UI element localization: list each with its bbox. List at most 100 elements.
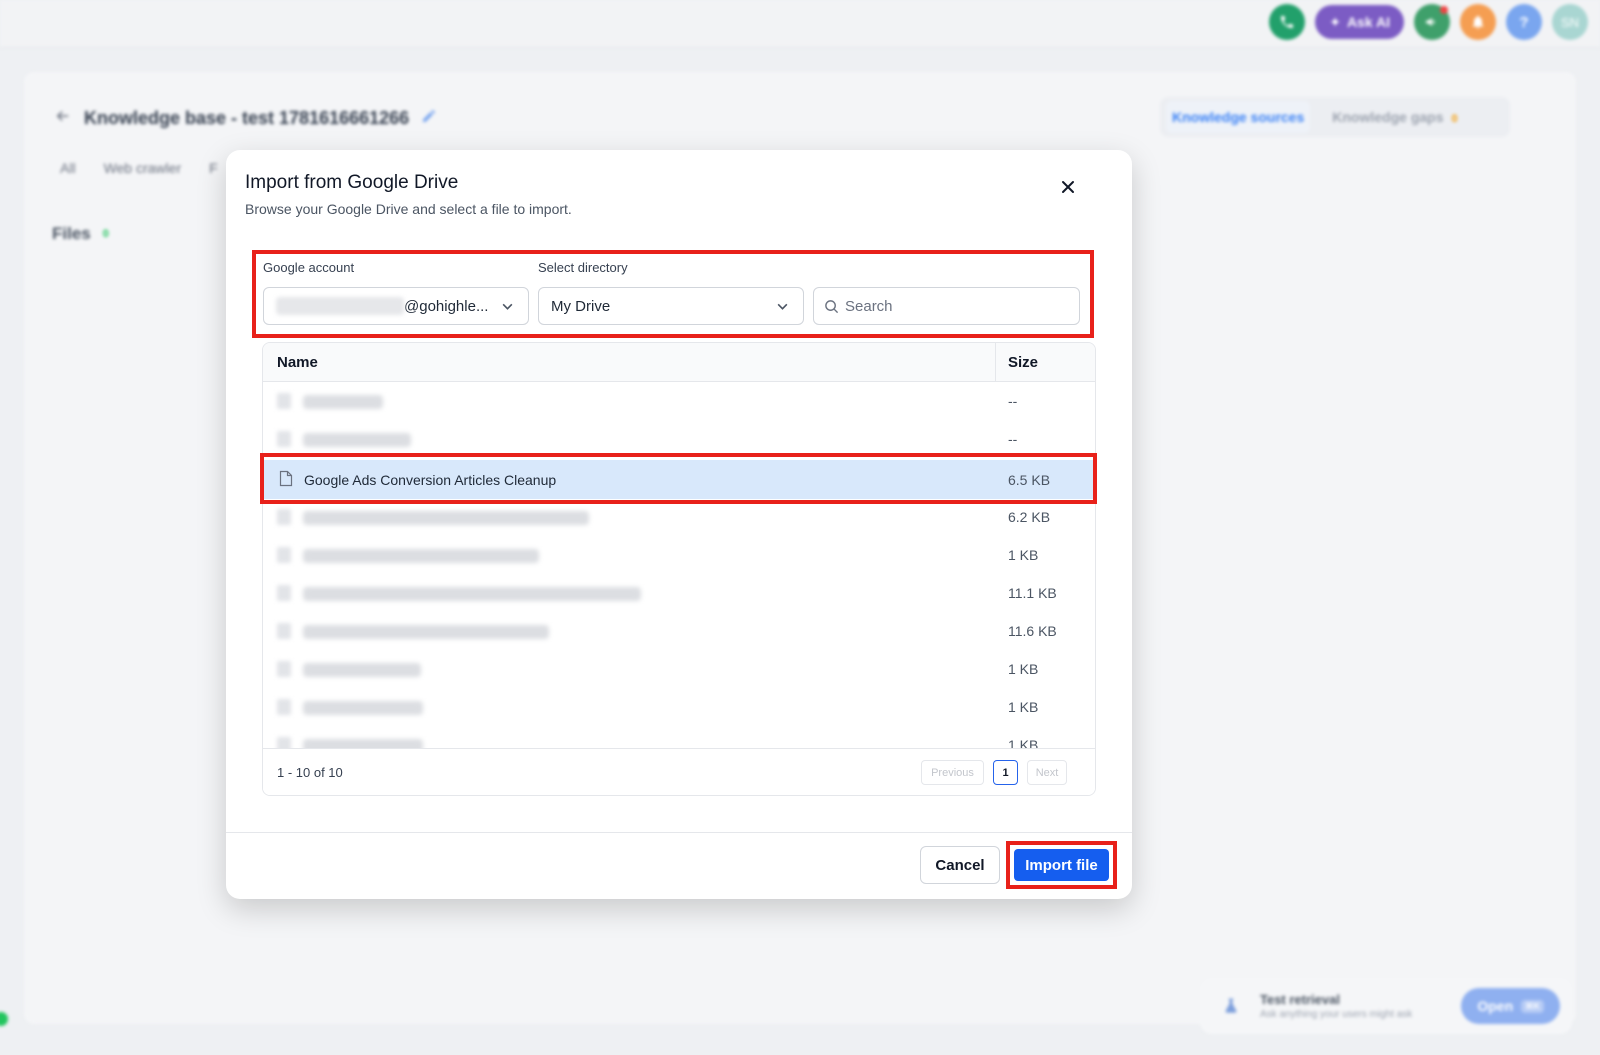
modal-title: Import from Google Drive (245, 172, 459, 193)
back-arrow-icon[interactable] (54, 107, 72, 130)
table-row[interactable]: 1 KB (263, 688, 1095, 727)
tab-knowledge-sources[interactable]: Knowledge sources (1166, 101, 1311, 133)
table-row[interactable]: 1 KB (263, 536, 1095, 575)
folder-icon (277, 431, 291, 447)
close-icon[interactable] (1056, 175, 1080, 199)
search-input[interactable]: Search (813, 287, 1080, 325)
edit-pencil-icon[interactable] (421, 108, 437, 129)
chevron-down-icon (501, 300, 514, 317)
notification-dot (1440, 6, 1448, 14)
redacted-filename (303, 625, 549, 639)
redacted-filename (303, 549, 539, 563)
column-divider (995, 343, 996, 382)
page-1-button[interactable]: 1 (993, 760, 1018, 785)
import-button-highlight: Import file (1006, 841, 1117, 889)
tab-web-crawler[interactable]: Web crawler (104, 160, 182, 176)
ask-ai-button[interactable]: ✦ Ask AI (1315, 5, 1404, 39)
table-row[interactable]: -- (263, 382, 1095, 421)
help-icon[interactable]: ? (1506, 4, 1542, 40)
search-icon (824, 299, 839, 314)
status-dot (0, 1012, 8, 1026)
next-page-button[interactable]: Next (1027, 760, 1067, 785)
shortcut-hint: ⌘K (1521, 999, 1544, 1013)
directory-label: Select directory (538, 260, 628, 275)
file-name: Google Ads Conversion Articles Cleanup (304, 472, 557, 488)
directory-select[interactable]: My Drive (538, 287, 804, 325)
previous-page-button[interactable]: Previous (921, 760, 984, 785)
megaphone-icon[interactable] (1414, 4, 1450, 40)
pagination: 1 - 10 of 10 Previous 1 Next (263, 748, 1095, 795)
table-row[interactable]: 11.1 KB (263, 574, 1095, 613)
file-size: 6.2 KB (1008, 509, 1051, 525)
import-file-button[interactable]: Import file (1014, 849, 1109, 881)
table-row[interactable]: 1 KB (263, 726, 1095, 749)
file-size: 1 KB (1008, 661, 1039, 677)
open-test-retrieval-button[interactable]: Open ⌘K (1461, 988, 1560, 1024)
document-icon (277, 509, 291, 525)
redacted-filename (303, 511, 589, 525)
flask-icon (1218, 993, 1244, 1019)
ask-ai-label: Ask AI (1346, 14, 1390, 30)
footer-divider (226, 832, 1132, 833)
table-row[interactable]: 11.6 KB (263, 612, 1095, 651)
knowledge-gaps-label: Knowledge gaps (1332, 109, 1444, 125)
sparkle-icon: ✦ (1329, 13, 1341, 30)
document-icon (277, 699, 291, 715)
document-icon (277, 661, 291, 677)
redacted-filename (303, 663, 421, 677)
open-label: Open (1477, 998, 1514, 1014)
cancel-button[interactable]: Cancel (920, 846, 1000, 884)
table-row[interactable]: 1 KB (263, 650, 1095, 689)
files-count-badge: 0 (102, 228, 109, 240)
test-retrieval-widget: Test retrieval Ask anything your users m… (1200, 978, 1572, 1034)
file-size: 6.5 KB (1008, 472, 1051, 488)
bell-icon[interactable] (1460, 4, 1496, 40)
table-row-selected[interactable]: Google Ads Conversion Articles Cleanup 6… (263, 460, 1095, 499)
files-label: Files (52, 224, 91, 243)
top-bar: ✦ Ask AI ? SN (0, 0, 1600, 48)
avatar[interactable]: SN (1552, 4, 1588, 40)
top-bar-actions: ✦ Ask AI ? SN (1269, 4, 1588, 40)
files-section-title: Files 0 (52, 224, 109, 244)
table-header: Name Size (263, 343, 1095, 382)
page-title: Knowledge base - test 1781616661266 (84, 108, 410, 128)
redacted-email (276, 297, 404, 315)
document-icon (277, 585, 291, 601)
kb-right-tabs: Knowledge sources Knowledge gaps 0 (1160, 97, 1510, 137)
column-header-size[interactable]: Size (1008, 354, 1038, 371)
test-retrieval-subtitle: Ask anything your users might ask (1260, 1009, 1413, 1020)
table-row[interactable]: 6.2 KB (263, 498, 1095, 537)
google-account-select[interactable]: @gohighle... (263, 287, 529, 325)
kb-header: Knowledge base - test 1781616661266 (54, 107, 437, 130)
file-size: -- (1008, 393, 1018, 409)
tab-knowledge-gaps[interactable]: Knowledge gaps 0 (1332, 109, 1457, 125)
tab-files[interactable]: F (209, 160, 218, 176)
pagination-range: 1 - 10 of 10 (277, 765, 343, 780)
redacted-filename (303, 701, 423, 715)
file-size: 1 KB (1008, 547, 1039, 563)
redacted-filename (303, 433, 411, 447)
directory-value: My Drive (551, 297, 611, 315)
modal-subtitle: Browse your Google Drive and select a fi… (245, 201, 572, 217)
redacted-filename (303, 587, 641, 601)
search-placeholder: Search (845, 297, 893, 315)
tab-all[interactable]: All (60, 160, 76, 176)
file-size: 11.1 KB (1008, 585, 1057, 601)
document-icon (279, 470, 293, 492)
table-body: -- -- Google Ads Conversion Articles Cle… (263, 382, 1095, 749)
table-row[interactable]: -- (263, 420, 1095, 459)
account-value: @gohighle... (404, 297, 489, 315)
files-table: Name Size -- -- Google Ads Conversion Ar… (262, 342, 1096, 796)
phone-icon[interactable] (1269, 4, 1306, 40)
folder-icon (277, 393, 291, 409)
file-size: -- (1008, 431, 1018, 447)
gaps-count-badge: 0 (1451, 113, 1458, 125)
file-size: 11.6 KB (1008, 623, 1057, 639)
document-icon (277, 623, 291, 639)
redacted-filename (303, 395, 383, 409)
test-retrieval-title: Test retrieval (1260, 992, 1340, 1007)
kb-tabs: All Web crawler F (60, 160, 218, 176)
document-icon (277, 547, 291, 563)
google-account-label: Google account (263, 260, 355, 275)
column-header-name[interactable]: Name (277, 354, 318, 371)
